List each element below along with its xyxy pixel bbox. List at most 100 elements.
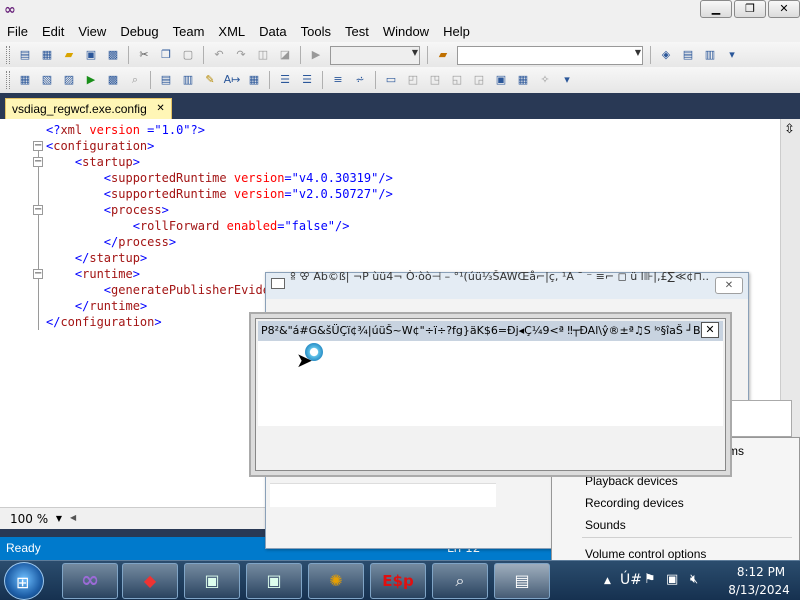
comment-icon[interactable]: ≡ (329, 71, 347, 89)
code-line[interactable]: <configuration> (46, 138, 393, 154)
clock-date[interactable]: 8/13/2024 (724, 583, 794, 597)
clear-bookmarks-icon[interactable]: ▦ (514, 71, 532, 89)
dialog-close-button[interactable]: ✕ (715, 277, 743, 294)
menu-debug[interactable]: Debug (113, 24, 165, 39)
increase-indent-icon[interactable]: ☰ (298, 71, 316, 89)
menu-team[interactable]: Team (166, 24, 212, 39)
copy-icon[interactable]: ❐ (157, 46, 175, 64)
toggle-bookmark-icon[interactable]: ▭ (382, 71, 400, 89)
menu-item-volume-control-options[interactable]: Volume control options (585, 547, 706, 561)
taskbar-espr-icon[interactable]: E$p (370, 563, 426, 599)
xslt-icon[interactable]: ▦ (16, 71, 34, 89)
uncomment-icon[interactable]: ⩫ (351, 71, 369, 89)
menu-tools[interactable]: Tools (294, 24, 338, 39)
find-combo[interactable]: ▼ (457, 45, 643, 65)
start-button[interactable]: ⊞ (4, 562, 44, 600)
toolbar-grip[interactable] (6, 71, 10, 89)
complete-word-icon[interactable]: A↦ (223, 71, 241, 89)
action-center-flag-icon[interactable]: ⚑ (644, 572, 656, 587)
open-file-icon[interactable]: ▰ (60, 46, 78, 64)
schema-icon[interactable]: ▧ (38, 71, 56, 89)
save-all-icon[interactable]: ▩ (104, 46, 122, 64)
menu-xml[interactable]: XML (211, 24, 252, 39)
toolbar-options-icon[interactable]: ▾ (723, 46, 741, 64)
save-icon[interactable]: ▣ (82, 46, 100, 64)
quick-info-icon[interactable]: ✎ (201, 71, 219, 89)
navigate-back-icon[interactable]: ◫ (254, 46, 272, 64)
navigate-forward-icon[interactable]: ◪ (276, 46, 294, 64)
visual-studio-icon[interactable]: ∞ (4, 2, 16, 18)
foreground-dialog[interactable]: P8²&"á#G&šÜÇï¢¾|úüŠ~W¢"÷ï÷?fg}äK$6=Ðj◂Ç¼… (249, 312, 732, 477)
restore-button[interactable]: ❐ (734, 0, 766, 18)
next-bookmark-folder-icon[interactable]: ◲ (470, 71, 488, 89)
create-schema-icon[interactable]: ▨ (60, 71, 78, 89)
previous-bookmark-icon[interactable]: ◰ (404, 71, 422, 89)
code-line[interactable]: </process> (46, 234, 393, 250)
split-window-icon[interactable]: ⇳ (784, 122, 795, 137)
solution-config-combo[interactable]: ▼ (330, 45, 420, 65)
scroll-left-icon[interactable]: ◀ (70, 513, 76, 522)
add-item-icon[interactable]: ▦ (38, 46, 56, 64)
menu-edit[interactable]: Edit (35, 24, 71, 39)
menu-file[interactable]: File (0, 24, 35, 39)
clock-time[interactable]: 8:12 PM (730, 565, 792, 579)
next-bookmark-icon[interactable]: ◳ (426, 71, 444, 89)
new-project-icon[interactable]: ▤ (16, 46, 34, 64)
dialog-title[interactable]: P8²&"á#G&šÜÇï¢¾|úüŠ~W¢"÷ï÷?fg}äK$6=Ðj◂Ç¼… (258, 321, 723, 341)
taskbar-visual-studio[interactable]: ∞ (62, 563, 118, 599)
dialog-title-bar[interactable]: ꕉ ꕢ Ab©ß| ¬P ùü4¬ Ò·òò⊣ – °¹(úü⅓ŠAWŒå⌐|ç… (266, 270, 748, 299)
collapse-icon[interactable]: − (33, 205, 43, 215)
cut-icon[interactable]: ✂ (135, 46, 153, 64)
code-line[interactable]: <supportedRuntime version="v2.0.50727"/> (46, 186, 393, 202)
code-line[interactable]: </startup> (46, 250, 393, 266)
show-xml-output-icon[interactable]: ▩ (104, 71, 122, 89)
start-debugging-icon[interactable]: ▶ (307, 46, 325, 64)
pin-icon[interactable]: ✧ (536, 71, 554, 89)
bookmark-window-icon[interactable]: ▣ (492, 71, 510, 89)
menu-view[interactable]: View (71, 24, 113, 39)
menu-help[interactable]: Help (436, 24, 477, 39)
prev-bookmark-folder-icon[interactable]: ◱ (448, 71, 466, 89)
taskbar-active-app-icon[interactable]: ▤ (494, 563, 550, 599)
properties-icon[interactable]: ▤ (679, 46, 697, 64)
paste-icon[interactable]: ▢ (179, 46, 197, 64)
network-icon[interactable]: ▣ (666, 572, 678, 587)
menu-data[interactable]: Data (252, 24, 293, 39)
collapse-icon[interactable]: − (33, 141, 43, 151)
close-icon[interactable]: ✕ (156, 99, 164, 119)
code-line[interactable]: <startup> (46, 154, 393, 170)
toolbar-grip[interactable] (6, 46, 10, 64)
taskbar-package-icon[interactable]: ◆ (122, 563, 178, 599)
find-in-files-icon[interactable]: ▰ (434, 46, 452, 64)
decrease-indent-icon[interactable]: ☰ (276, 71, 294, 89)
zoom-combo[interactable]: 100 % ▼ (6, 511, 64, 527)
show-hidden-icons-icon[interactable]: ▲ (604, 576, 611, 586)
list-members-icon[interactable]: ▤ (157, 71, 175, 89)
solution-explorer-icon[interactable]: ◈ (657, 46, 675, 64)
toolbar-options-icon[interactable]: ▾ (558, 71, 576, 89)
tab-vsdiag-config[interactable]: vsdiag_regwcf.exe.config ✕ (5, 98, 172, 119)
dialog-close-button[interactable]: ✕ (701, 322, 719, 338)
format-document-icon[interactable]: ▦ (245, 71, 263, 89)
minimize-button[interactable]: ▁ (700, 0, 732, 18)
parameter-info-icon[interactable]: ▥ (179, 71, 197, 89)
collapse-icon[interactable]: − (33, 269, 43, 279)
find-xml-icon[interactable]: ⌕ (126, 71, 144, 89)
ime-indicator[interactable]: Ú# (620, 572, 642, 588)
taskbar-search-doc-icon[interactable]: ⌕ (432, 563, 488, 599)
menu-test[interactable]: Test (338, 24, 376, 39)
taskbar-paint-icon[interactable]: ✺ (308, 563, 364, 599)
menu-window[interactable]: Window (376, 24, 436, 39)
taskbar-window-icon[interactable]: ▣ (184, 563, 240, 599)
code-line[interactable]: <process> (46, 202, 393, 218)
undo-icon[interactable]: ↶ (210, 46, 228, 64)
debug-xslt-icon[interactable]: ▶ (82, 71, 100, 89)
menu-item-sounds[interactable]: Sounds (585, 518, 626, 532)
menu-item-recording-devices[interactable]: Recording devices (585, 496, 684, 510)
volume-muted-icon[interactable]: 🔇︎ (690, 572, 698, 587)
redo-icon[interactable]: ↷ (232, 46, 250, 64)
close-button[interactable]: ✕ (768, 0, 800, 18)
code-line[interactable]: <?xml version ="1.0"?> (46, 122, 393, 138)
code-line[interactable]: <supportedRuntime version="v4.0.30319"/> (46, 170, 393, 186)
taskbar-window-icon[interactable]: ▣ (246, 563, 302, 599)
